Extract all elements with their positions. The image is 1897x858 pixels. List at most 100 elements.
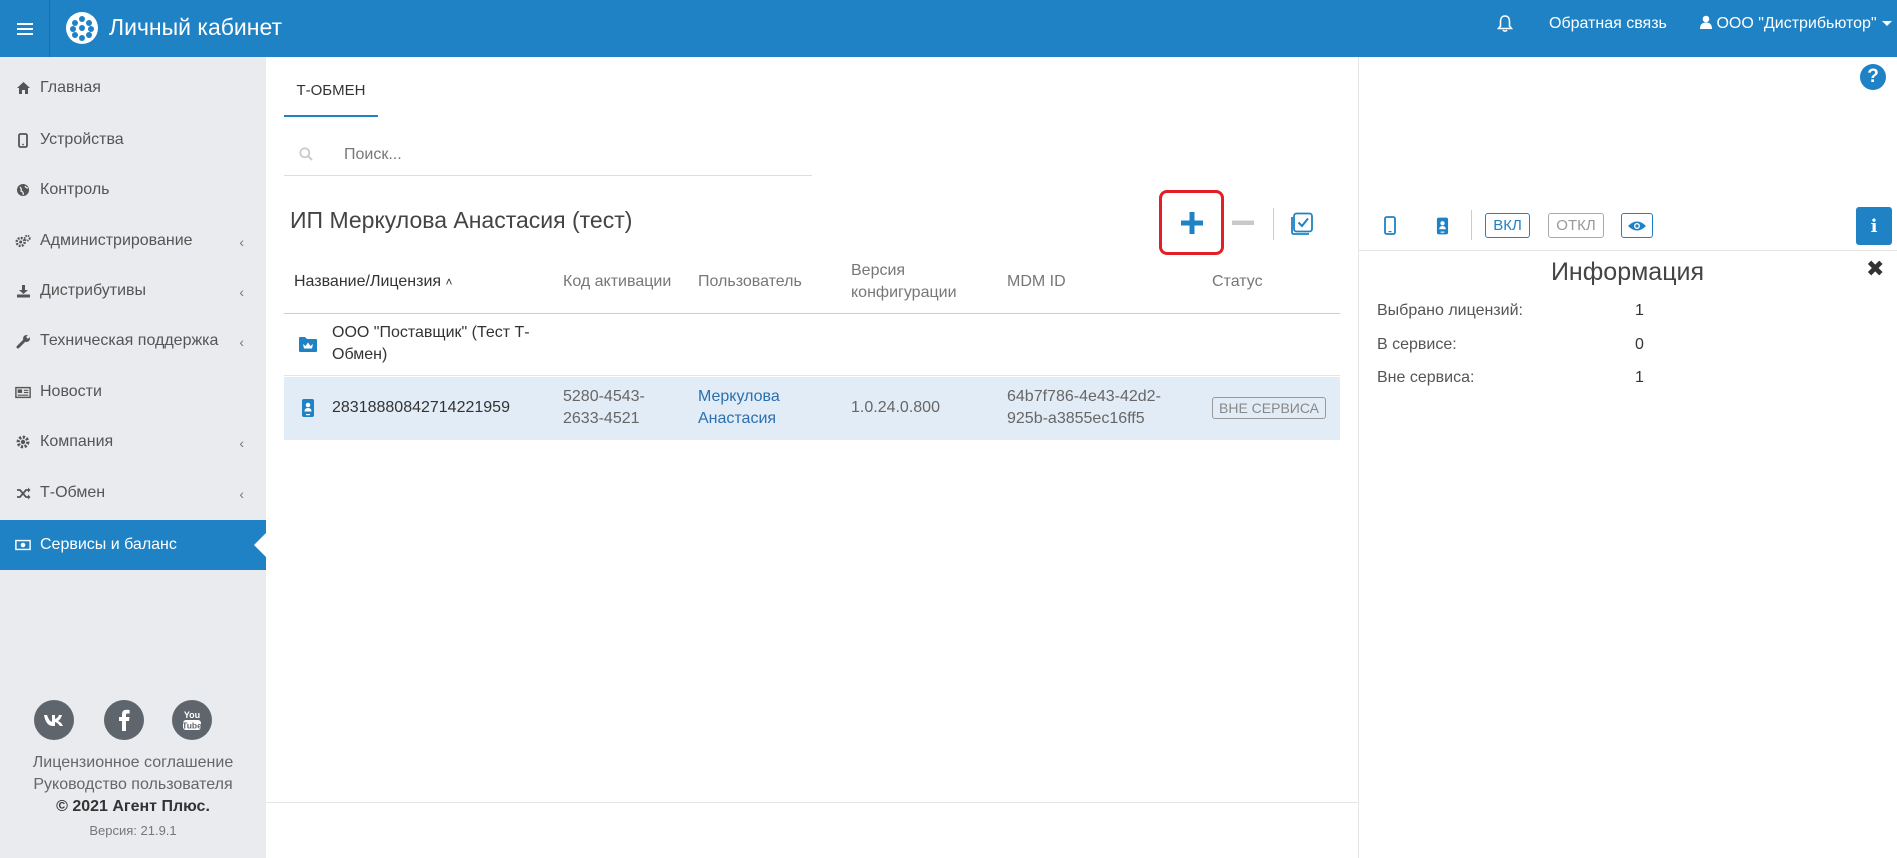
column-header-version[interactable]: Версия конфигурации	[851, 260, 957, 304]
folder-name-line: Обмен)	[332, 346, 388, 363]
chevron-left-icon: ‹	[239, 284, 244, 300]
mdm-id: 64b7f786-4e43-42d2- 925b-a3855ec16ff5	[1007, 386, 1161, 430]
chevron-left-icon: ‹	[239, 486, 244, 502]
minus-icon	[1232, 220, 1254, 225]
user-manual-link[interactable]: Руководство пользователя	[0, 776, 266, 794]
activation-code-line: 2633-4521	[563, 410, 640, 427]
money-icon	[15, 537, 31, 553]
sidebar-item-label: Новости	[40, 383, 102, 400]
facebook-icon[interactable]	[104, 700, 144, 740]
youtube-icon[interactable]: You Tube	[172, 700, 212, 740]
hamburger-icon	[16, 22, 33, 35]
config-version: 1.0.24.0.800	[851, 399, 940, 416]
plus-icon	[1181, 212, 1203, 234]
activation-code: 5280-4543- 2633-4521	[563, 386, 645, 430]
copyright-year: © 2021	[56, 798, 108, 815]
sidebar-item-label: Компания	[40, 433, 114, 450]
add-button[interactable]	[1178, 209, 1206, 237]
newspaper-icon	[15, 384, 31, 400]
select-all-button[interactable]	[1289, 211, 1315, 237]
sidebar-item-label: Администрирование	[40, 232, 193, 249]
sidebar-item-label: Дистрибутивы	[40, 282, 147, 299]
chevron-left-icon: ‹	[239, 435, 244, 451]
device-user-icon	[1436, 217, 1448, 234]
home-icon	[15, 80, 31, 96]
sidebar-item-news[interactable]: Новости	[0, 367, 266, 417]
tab-t-exchange[interactable]: Т-ОБМЕН	[284, 70, 378, 117]
download-icon	[15, 283, 31, 299]
license-agreement-link[interactable]: Лицензионное соглашение	[0, 754, 266, 772]
enable-button[interactable]: ВКЛ	[1485, 213, 1530, 238]
chevron-left-icon: ‹	[239, 234, 244, 250]
remove-button[interactable]	[1229, 209, 1257, 237]
view-button[interactable]	[1621, 213, 1653, 238]
sidebar-item-tech-support[interactable]: Техническая поддержка ‹	[0, 316, 266, 366]
info-label: Вне сервиса:	[1377, 369, 1475, 386]
info-value: 0	[1635, 336, 1644, 353]
device-button[interactable]	[1380, 213, 1400, 238]
group-title: ИП Меркулова Анастасия (тест)	[290, 207, 633, 233]
sidebar-item-label: Главная	[40, 79, 101, 96]
sidebar-item-company[interactable]: Компания ‹	[0, 417, 266, 467]
eye-icon	[1628, 221, 1646, 230]
sidebar-item-control[interactable]: Контроль	[0, 165, 266, 215]
column-header-label: Версия	[851, 262, 906, 279]
mdm-id-line: 64b7f786-4e43-42d2-	[1007, 388, 1161, 405]
sidebar-item-label: Т-Обмен	[40, 484, 106, 501]
toolbar-divider	[1273, 208, 1274, 240]
chevron-left-icon: ‹	[239, 334, 244, 350]
bell-icon[interactable]	[1497, 15, 1513, 33]
help-icon[interactable]: ?	[1860, 64, 1886, 90]
mobile-icon	[1384, 216, 1396, 235]
status-badge: ВНЕ СЕРВИСА	[1212, 397, 1327, 419]
sidebar-item-home[interactable]: Главная	[0, 63, 266, 113]
cogs-icon	[15, 233, 31, 249]
sidebar-item-devices[interactable]: Устройства	[0, 115, 266, 165]
license-number: 28318880842714221959	[332, 399, 510, 416]
column-header-label: Название/Лицензия	[294, 273, 442, 290]
mdm-id-line: 925b-a3855ec16ff5	[1007, 410, 1145, 427]
folder-name-line: ООО "Поставщик" (Тест Т-	[332, 324, 530, 341]
sidebar-item-label: Сервисы и баланс	[40, 536, 177, 553]
logo-icon[interactable]	[66, 12, 98, 44]
sidebar-item-t-exchange[interactable]: Т-Обмен ‹	[0, 468, 266, 518]
sidebar-item-label: Техническая поддержка	[40, 332, 219, 349]
user-menu[interactable]: ООО "Дистрибьютор"	[1700, 15, 1892, 33]
shuffle-icon	[15, 485, 31, 501]
mobile-icon	[15, 132, 31, 148]
table-row-folder[interactable]: ООО "Поставщик" (Тест Т- Обмен)	[284, 314, 1340, 376]
sidebar-item-services-balance[interactable]: Сервисы и баланс	[0, 520, 266, 570]
sidebar-item-label: Контроль	[40, 181, 110, 198]
device-user-button[interactable]	[1432, 213, 1452, 238]
sidebar-item-administration[interactable]: Администрирование ‹	[0, 216, 266, 266]
folder-icon	[299, 337, 317, 352]
table-row[interactable]: 28318880842714221959 5280-4543- 2633-452…	[284, 377, 1340, 440]
search-bar	[284, 136, 812, 176]
sidebar-item-distributions[interactable]: Дистрибутивы ‹	[0, 266, 266, 316]
feedback-link[interactable]: Обратная связь	[1549, 15, 1667, 33]
vk-icon[interactable]	[34, 700, 74, 740]
disable-button[interactable]: ОТКЛ	[1548, 213, 1604, 238]
column-header-mdm[interactable]: MDM ID	[1007, 271, 1066, 293]
search-icon	[299, 147, 313, 161]
info-panel-title: Информация	[1550, 258, 1705, 286]
user-name: ООО "Дистрибьютор"	[1716, 15, 1877, 32]
globe-icon	[15, 182, 31, 198]
info-value: 1	[1635, 369, 1644, 386]
toolbar-divider	[1471, 210, 1472, 240]
sidebar: Главная Устройства Контроль Администриро…	[0, 57, 266, 858]
menu-toggle-button[interactable]	[0, 0, 50, 57]
info-button[interactable]: i	[1856, 207, 1892, 245]
column-header-status[interactable]: Статус	[1212, 271, 1263, 293]
search-input[interactable]	[344, 140, 804, 170]
info-label: Выбрано лицензий:	[1377, 302, 1523, 319]
folder-name: ООО "Поставщик" (Тест Т- Обмен)	[332, 322, 552, 366]
wrench-icon	[15, 333, 31, 349]
info-value: 1	[1635, 302, 1644, 319]
info-label: В сервисе:	[1377, 336, 1457, 353]
column-header-name[interactable]: Название/Лицензия ˄	[294, 271, 453, 293]
user-link[interactable]: Меркулова Анастасия	[698, 386, 780, 430]
right-panel-divider	[1358, 57, 1359, 858]
column-header-user[interactable]: Пользователь	[698, 271, 802, 293]
column-header-code[interactable]: Код активации	[563, 271, 671, 293]
